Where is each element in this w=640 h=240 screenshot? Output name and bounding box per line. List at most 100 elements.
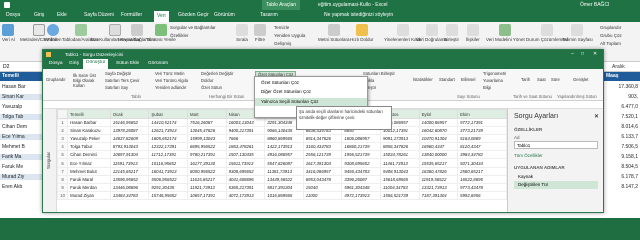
table-cell[interactable]: 16041,73913 <box>148 166 188 176</box>
fill-button[interactable]: Doldur <box>201 78 213 83</box>
excel-cell[interactable]: 6.133,7 <box>604 134 640 140</box>
tab-data[interactable]: Veri <box>154 11 169 22</box>
table-cell[interactable]: 3773,21739 <box>457 126 507 136</box>
column-header[interactable]: Eylül <box>418 109 459 119</box>
table-cell[interactable]: 13978,26087 <box>109 126 150 136</box>
information-button[interactable]: Bilgi <box>483 85 491 90</box>
table-cell[interactable]: Sinan Karakuzu <box>67 126 111 136</box>
table-cell[interactable]: 14637,82609 <box>109 134 150 144</box>
excel-cell[interactable]: Tolga Tab <box>0 114 42 120</box>
table-cell[interactable]: 16042,60870 <box>418 126 459 136</box>
table-cell[interactable]: 13446,08696 <box>109 182 150 192</box>
table-cell[interactable]: 15746,95652 <box>148 190 188 200</box>
table-cell[interactable]: 8856,347826 <box>379 142 420 152</box>
table-cell[interactable]: 6695,956522 <box>187 142 227 152</box>
excel-cell[interactable]: Eren Akb <box>0 184 42 190</box>
table-cell[interactable]: 15535,65217 <box>418 158 459 168</box>
table-cell[interactable]: 12621,73913 <box>148 126 188 136</box>
table-cell[interactable]: 4916,086957 <box>264 150 304 160</box>
table-cell[interactable]: 2580,65217 <box>457 166 507 176</box>
name-box[interactable]: D2 <box>3 64 9 70</box>
table-cell[interactable]: 1556,521739 <box>379 190 420 200</box>
table-cell[interactable]: 9291,30435 <box>148 182 188 192</box>
table-cell[interactable]: 5992,6956 <box>457 190 507 200</box>
table-cell[interactable]: 13596,95652 <box>109 174 150 184</box>
table-cell[interactable]: 9308,695652 <box>225 166 266 176</box>
row-number[interactable]: 8 <box>57 174 69 184</box>
duration-button[interactable]: Süre <box>551 77 560 82</box>
group-by-button[interactable]: Gruplandır <box>46 77 66 82</box>
table-cell[interactable]: Ece Yılmaz <box>67 158 111 168</box>
table-cell[interactable]: 3396,26087 <box>341 174 381 184</box>
table-cell[interactable]: Tolga Tabur <box>67 142 111 152</box>
table-cell[interactable]: 13840,00000 <box>418 150 459 160</box>
standard-button[interactable]: Standart <box>439 77 455 82</box>
table-cell[interactable]: 11919,56522 <box>418 174 459 184</box>
pq-tab-transform[interactable]: Dönüştür <box>83 59 109 69</box>
table-cell[interactable]: 5071,30434 <box>457 158 507 168</box>
table-cell[interactable]: 11712,17391 <box>148 150 188 160</box>
table-cell[interactable]: Yavuzalp Peker <box>67 134 111 144</box>
table-cell[interactable]: 14410,52174 <box>148 117 188 128</box>
table-cell[interactable]: 13321,73913 <box>418 182 459 192</box>
row-number[interactable]: 7 <box>57 166 69 176</box>
table-cell[interactable]: 7187,391304 <box>418 190 459 200</box>
row-number[interactable]: 2 <box>57 126 69 136</box>
table-cell[interactable]: 10657,17391 <box>187 190 227 200</box>
column-header[interactable]: Ekim <box>457 109 507 119</box>
table-cell[interactable]: 6914,347826 <box>302 134 343 144</box>
relationships-button[interactable]: İlişkiler <box>466 24 480 42</box>
table-cell[interactable]: 4072,173913 <box>225 190 266 200</box>
reverse-rows-button[interactable]: Satırları Ters Çevir <box>105 78 140 83</box>
properties-button[interactable]: Özellikler <box>170 33 189 38</box>
table-cell[interactable]: 9408,913043 <box>379 166 420 176</box>
excel-cell[interactable]: 7.506,5 <box>604 144 640 150</box>
table-cell[interactable]: 8793,913043 <box>109 142 150 152</box>
excel-cell[interactable]: Mehmet B <box>0 144 42 150</box>
table-cell[interactable]: 1617,391304 <box>302 158 343 168</box>
table-cell[interactable]: 15034,78261 <box>379 150 420 160</box>
table-cell[interactable]: 1606,086957 <box>341 134 381 144</box>
table-cell[interactable]: 8000,956522 <box>187 166 227 176</box>
sort-button[interactable]: Sırala <box>236 24 248 42</box>
expand-button[interactable]: Genişlet <box>573 77 588 82</box>
table-cell[interactable]: 9456,434783 <box>341 166 381 176</box>
tab-view[interactable]: Görünüm <box>214 12 235 18</box>
table-cell[interactable]: 15116,95652 <box>148 158 188 168</box>
excel-cell[interactable]: Maaş <box>604 72 640 81</box>
minimize-icon[interactable]: – <box>571 51 574 57</box>
ungroup-button[interactable]: Grubu Çöz <box>600 33 622 38</box>
excel-cell[interactable]: 8.014,6 <box>604 124 640 130</box>
pq-tab-add-column[interactable]: Sütun Ekle <box>113 60 142 67</box>
table-cell[interactable]: 15611,73913 <box>225 158 266 168</box>
transpose-button[interactable]: Sayfa Değiştir <box>105 71 131 76</box>
tab-formulas[interactable]: Formüller <box>121 12 142 18</box>
data-validation-button[interactable]: Veri Doğrulama <box>416 24 447 42</box>
row-number[interactable]: 5 <box>57 150 69 160</box>
table-cell[interactable]: 12322,17391 <box>148 142 188 152</box>
table-cell[interactable]: 11381,73913 <box>264 166 304 176</box>
pq-tab-home[interactable]: Giriş <box>66 60 82 67</box>
table-cell[interactable]: 1507,130435 <box>225 150 266 160</box>
table-cell[interactable]: 5961,304348 <box>341 182 381 192</box>
table-cell[interactable]: 16960,4347 <box>418 142 459 152</box>
close-icon[interactable]: ✕ <box>593 51 597 57</box>
step-item-changed-type[interactable]: Değiştirilen Tür <box>514 181 598 189</box>
table-cell[interactable]: 6953,043478 <box>302 174 343 184</box>
step-item-source[interactable]: Kaynak <box>514 173 598 181</box>
replace-values-button[interactable]: Değerleri Değiştir <box>201 71 233 76</box>
column-header[interactable]: Ocak <box>109 109 150 119</box>
excel-cell[interactable]: Murad Ziy <box>0 174 42 180</box>
column-header[interactable]: Şubat <box>148 109 188 119</box>
table-cell[interactable]: 11591,73913 <box>109 158 150 168</box>
close-pane-icon[interactable]: ✕ <box>594 113 599 120</box>
table-cell[interactable]: 3984,34782 <box>457 150 507 160</box>
table-cell[interactable]: 1863,478261 <box>225 142 266 152</box>
excel-cell[interactable]: Cihan Dem <box>0 124 42 130</box>
table-cell[interactable]: 16003,13043 <box>225 117 266 128</box>
table-cell[interactable]: 14000,86957 <box>418 117 459 128</box>
tab-insert[interactable]: Ekle <box>57 12 67 18</box>
group-button[interactable]: Gruplandır <box>600 25 621 30</box>
row-number-header[interactable] <box>57 109 69 119</box>
menu-item-unpivot-other[interactable]: Diğer Özet Sütunları Çöz <box>255 88 367 96</box>
